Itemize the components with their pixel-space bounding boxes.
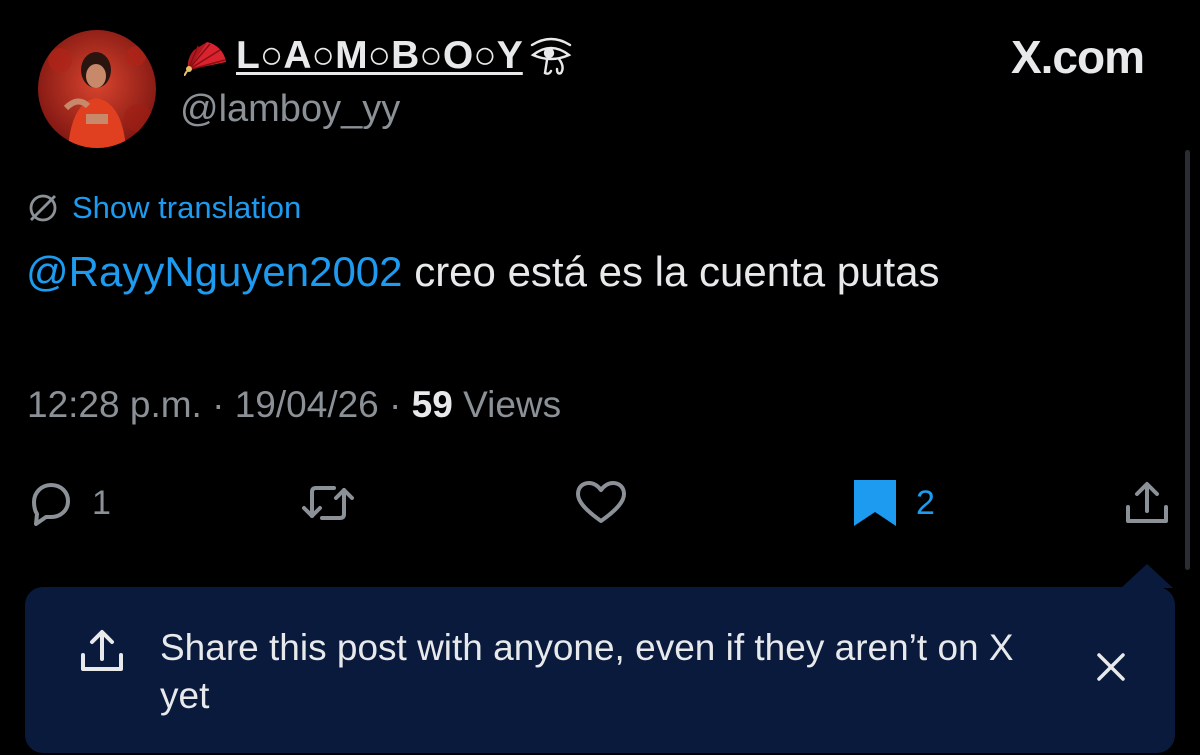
post-date[interactable]: 19/04/26 [235,384,379,425]
reply-count: 1 [92,483,111,522]
repost-button[interactable] [300,478,374,528]
like-button[interactable] [574,478,646,528]
close-icon[interactable] [1095,651,1127,683]
heart-icon [574,479,628,527]
post-time[interactable]: 12:28 p.m. [27,384,202,425]
display-name[interactable]: L○A○M○B○O○Y [184,32,573,80]
show-translation-link[interactable]: Show translation [26,190,301,226]
eye-of-horus-icon [529,35,573,77]
mention-link[interactable]: @RayyNguyen2002 [26,248,403,295]
post-meta: 12:28 p.m. · 19/04/26 · 59 Views [27,384,561,426]
meta-separator: · [378,384,412,425]
scrollbar[interactable] [1185,150,1190,570]
user-handle[interactable]: @lamboy_yy [180,88,400,131]
views-count: 59 [411,384,453,425]
share-icon [77,627,127,675]
tooltip-message: Share this post with anyone, even if the… [160,627,1014,716]
share-button[interactable] [1122,478,1172,528]
bookmark-count: 2 [916,483,935,522]
bookmark-filled-icon [852,478,898,528]
meta-separator: · [201,384,235,425]
avatar[interactable] [38,30,156,148]
display-name-text: L○A○M○B○O○Y [236,34,523,77]
views-label: Views [452,384,562,425]
site-logo: X.com [1010,31,1145,83]
tooltip-arrow [1121,564,1173,588]
reply-icon [24,480,74,526]
share-icon [1122,479,1172,527]
globe-off-icon [26,191,60,225]
bookmark-button[interactable]: 2 [852,478,935,528]
show-translation-label: Show translation [72,190,302,225]
post-text: @RayyNguyen2002 creo está es la cuenta p… [26,248,940,296]
reply-button[interactable]: 1 [24,478,111,528]
post-body: creo está es la cuenta putas [402,248,940,295]
repost-icon [300,480,356,526]
fan-icon [184,36,230,76]
share-tooltip: Share this post with anyone, even if the… [25,587,1175,753]
